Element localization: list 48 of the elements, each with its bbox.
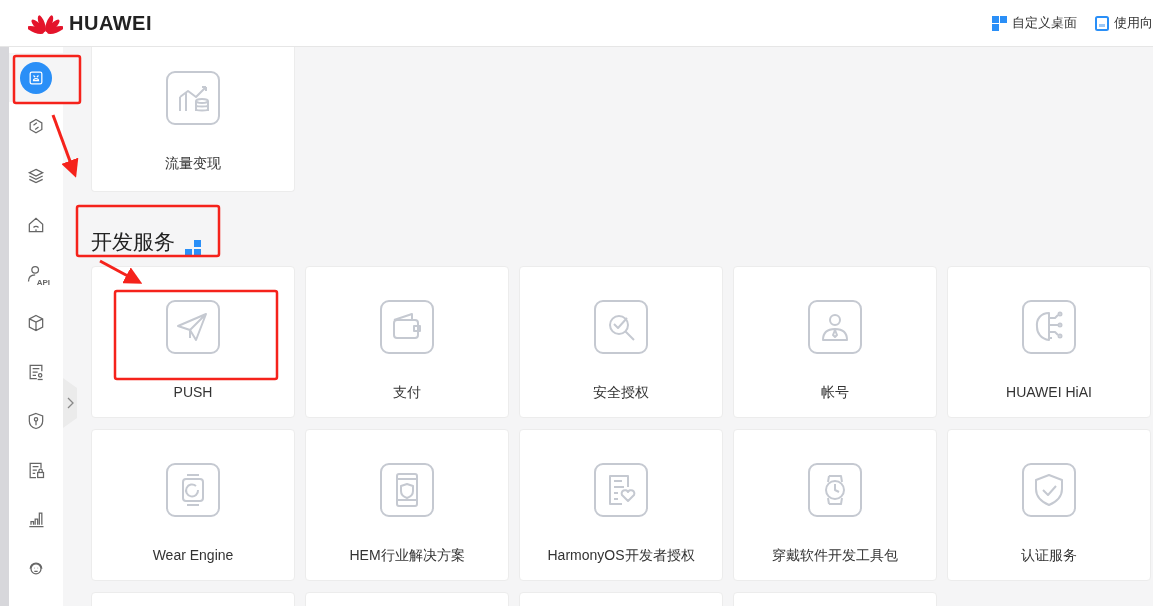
document-icon xyxy=(1095,15,1109,31)
service-label: 安全授权 xyxy=(593,384,649,402)
chart-coins-icon xyxy=(166,71,220,125)
service-label: 支付 xyxy=(393,384,421,402)
watch-icon xyxy=(166,463,220,517)
service-card[interactable]: 穿戴软件开发工具包 xyxy=(733,429,937,581)
phone-shield-icon xyxy=(380,463,434,517)
service-card[interactable]: 认证服务 xyxy=(947,429,1151,581)
grid-icon xyxy=(992,15,1007,31)
paper-plane-icon xyxy=(166,300,220,354)
service-label: PUSH xyxy=(173,384,213,400)
toolbar-link[interactable]: 使用向 xyxy=(1095,14,1153,32)
service-label: HEM行业解决方案 xyxy=(349,547,465,565)
watch-clock-icon xyxy=(808,463,862,517)
api-label: API xyxy=(36,278,50,287)
service-card[interactable]: HarmonyOS开发者授权 xyxy=(519,429,723,581)
service-card[interactable]: 帐号 xyxy=(733,266,937,418)
service-label: 帐号 xyxy=(821,384,849,402)
sidebar-item[interactable]: API xyxy=(9,249,63,298)
service-label: HarmonyOS开发者授权 xyxy=(547,547,695,565)
service-card[interactable]: HUAWEI HiAI xyxy=(947,266,1151,418)
shield-check-icon xyxy=(1022,463,1076,517)
service-label: Wear Engine xyxy=(152,547,234,563)
annotation-box xyxy=(12,54,82,105)
grid-icon xyxy=(185,240,201,256)
cube-icon xyxy=(26,312,46,333)
service-label: 认证服务 xyxy=(1021,547,1077,565)
shield-key-icon xyxy=(26,410,46,431)
annotation-arrow xyxy=(51,114,79,178)
chevron-icon xyxy=(66,397,74,409)
section-title: 开发服务 xyxy=(91,229,175,255)
service-card[interactable]: Wear Engine xyxy=(91,429,295,581)
wallet-icon xyxy=(380,300,434,354)
service-label: 流量变现 xyxy=(165,155,221,173)
service-label: 穿戴软件开发工具包 xyxy=(772,547,898,565)
magnifier-check-icon xyxy=(594,300,648,354)
service-card[interactable]: 支付 xyxy=(305,266,509,418)
brand-name: HUAWEI xyxy=(69,11,152,35)
annotation-arrow xyxy=(99,259,143,284)
sidebar-item[interactable] xyxy=(9,53,63,102)
service-label: HUAWEI HiAI xyxy=(1006,384,1092,400)
service-card[interactable]: 安全授权 xyxy=(519,266,723,418)
service-card[interactable]: 流量变现 xyxy=(91,47,295,192)
brain-circuit-icon xyxy=(1022,300,1076,354)
service-card[interactable]: PUSH xyxy=(91,266,295,418)
toolbar-link[interactable]: 自定义桌面 xyxy=(992,14,1077,32)
service-card[interactable]: HEM行业解决方案 xyxy=(305,429,509,581)
person-icon xyxy=(808,300,862,354)
